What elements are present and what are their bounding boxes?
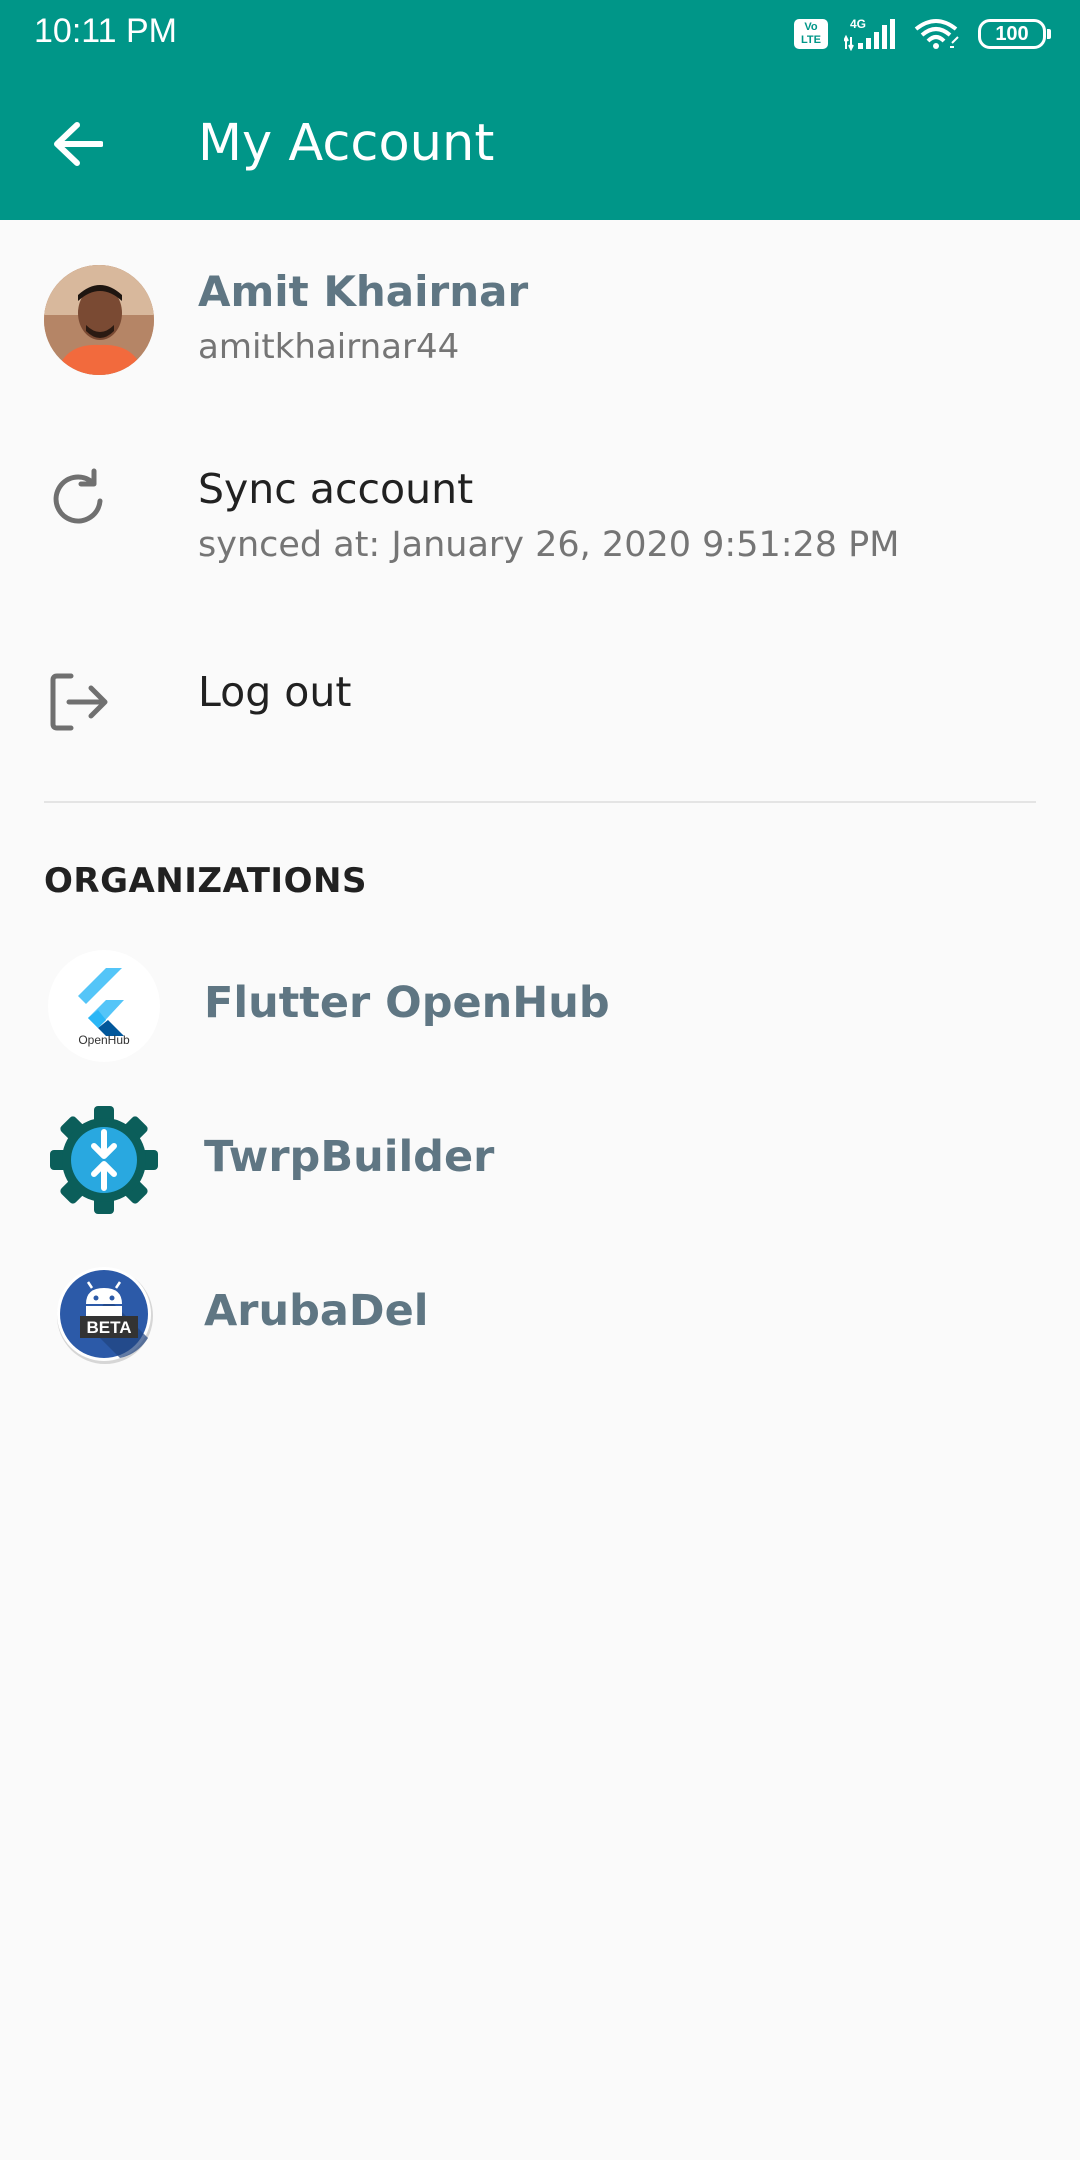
volte-icon: Vo LTE xyxy=(794,19,828,49)
organization-name: ArubaDel xyxy=(204,1286,429,1336)
account-name: Amit Khairnar xyxy=(198,267,529,316)
organization-name: TwrpBuilder xyxy=(204,1132,495,1182)
organization-item-flutter-openhub[interactable]: OpenHub Flutter OpenHub xyxy=(0,948,1080,1068)
flutter-openhub-logo-icon: OpenHub xyxy=(48,950,160,1062)
organization-name: Flutter OpenHub xyxy=(204,978,610,1028)
signal-icon: 4G xyxy=(844,17,895,51)
logout-label: Log out xyxy=(198,668,352,716)
status-bar: 10:11 PM Vo LTE 4G 100 xyxy=(0,0,1080,66)
status-time: 10:11 PM xyxy=(34,12,178,50)
android-beta-icon: BETA xyxy=(48,1258,160,1370)
organization-item-twrpbuilder[interactable]: TwrpBuilder xyxy=(0,1102,1080,1222)
app-bar: 10:11 PM Vo LTE 4G 100 My Account xyxy=(0,0,1080,220)
sync-timestamp: synced at: January 26, 2020 9:51:28 PM xyxy=(198,525,900,565)
status-icons: Vo LTE 4G 100 xyxy=(794,14,1051,54)
logout-icon xyxy=(44,667,114,737)
flutter-logo-svg: OpenHub xyxy=(78,968,130,1047)
beta-badge-text: BETA xyxy=(86,1318,131,1337)
arubadel-logo-svg: BETA xyxy=(57,1267,153,1364)
battery-icon: 100 xyxy=(978,19,1051,49)
network-type-label: 4G xyxy=(850,17,866,31)
organizations-header: ORGANIZATIONS xyxy=(44,861,367,901)
sync-account-row[interactable]: Sync account synced at: January 26, 2020… xyxy=(0,455,1080,595)
avatar-image xyxy=(44,265,154,375)
wifi-icon xyxy=(914,19,959,49)
openhub-logo-text: OpenHub xyxy=(78,1033,130,1047)
sync-icon xyxy=(44,465,114,535)
twrpbuilder-gear-icon xyxy=(48,1104,160,1216)
logout-icon-svg xyxy=(50,673,108,731)
account-username: amitkhairnar44 xyxy=(198,327,460,367)
sync-icon-svg xyxy=(53,468,103,524)
twrpbuilder-logo-svg xyxy=(50,1106,158,1214)
arrow-left-icon xyxy=(54,122,103,166)
logout-row[interactable]: Log out xyxy=(0,655,1080,755)
divider xyxy=(44,801,1036,803)
account-row[interactable]: Amit Khairnar amitkhairnar44 xyxy=(0,255,1080,385)
sync-account-label: Sync account xyxy=(198,465,474,513)
page-title: My Account xyxy=(198,114,495,173)
back-button[interactable] xyxy=(44,114,112,174)
avatar xyxy=(44,265,154,375)
organization-item-arubadel[interactable]: BETA ArubaDel xyxy=(0,1256,1080,1376)
